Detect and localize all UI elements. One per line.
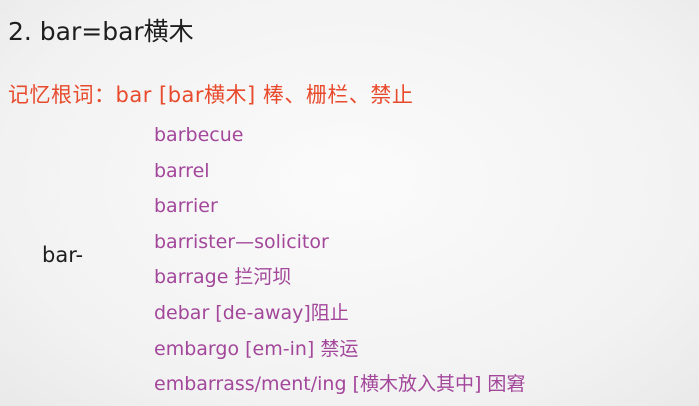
word-item: barbecue <box>154 124 244 146</box>
word-item: embargo [em-in] 禁运 <box>154 337 359 360</box>
word-item: barrister—solicitor <box>154 230 329 253</box>
word-item: barrier <box>154 195 218 218</box>
word-item: barrel <box>154 159 210 182</box>
word-item: embarrass/ment/ing [横木放入其中] 困窘 <box>154 373 526 396</box>
derived-word-list: barbecue barrel barrier barrister—solici… <box>154 118 525 403</box>
word-item: debar [de-away]阻止 <box>154 301 349 324</box>
root-label: bar- <box>42 243 84 267</box>
mnemonic-root-line: 记忆根词：bar [bar横木] 棒、栅栏、禁止 <box>8 83 414 107</box>
word-item: barrage 拦河坝 <box>154 266 292 289</box>
section-heading: 2. bar=bar横木 <box>8 17 194 46</box>
